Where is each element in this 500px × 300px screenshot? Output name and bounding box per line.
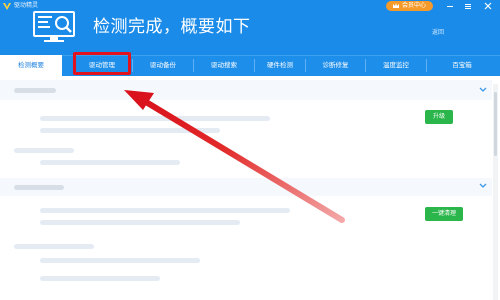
minimize-button[interactable] xyxy=(444,1,456,11)
monitor-scan-icon xyxy=(33,11,75,42)
tab-diagnose-repair[interactable]: 诊断修复 xyxy=(306,55,365,76)
blurred-text xyxy=(40,128,220,133)
tab-overview[interactable]: 检测概要 xyxy=(0,55,62,76)
section-header xyxy=(0,178,492,196)
menu-icon xyxy=(465,4,471,9)
crown-icon xyxy=(393,3,399,8)
vip-center-label: 会员中心 xyxy=(402,2,427,9)
scrollbar-thumb[interactable] xyxy=(494,92,497,156)
menu-button[interactable] xyxy=(462,1,474,11)
tab-driver-search[interactable]: 驱动搜索 xyxy=(194,55,254,76)
blurred-text xyxy=(14,185,64,190)
driver-app-window: 驱动精灵 会员中心 检测完成，概要如下 返回 检测概要 驱动管理 驱动备份 驱动… xyxy=(0,0,500,300)
app-logo-icon xyxy=(3,3,11,10)
chevron-down-icon[interactable] xyxy=(478,182,488,190)
close-button[interactable] xyxy=(482,1,494,11)
tab-temperature-monitor[interactable]: 温度监控 xyxy=(366,55,426,76)
blurred-text xyxy=(14,148,74,153)
tab-driver-backup[interactable]: 驱动备份 xyxy=(133,55,193,76)
blurred-text xyxy=(40,258,200,263)
blurred-text xyxy=(14,88,56,93)
tab-toolbox[interactable]: 百宝箱 xyxy=(427,55,497,76)
tab-hardware-check[interactable]: 硬件检测 xyxy=(255,55,305,76)
minimize-icon xyxy=(447,6,453,7)
blurred-text xyxy=(40,116,270,121)
upgrade-button[interactable]: 升级 xyxy=(425,110,453,124)
highlight-box xyxy=(73,52,131,75)
close-icon xyxy=(484,2,492,10)
one-click-clean-button[interactable]: 一键清理 xyxy=(425,207,463,221)
blurred-text xyxy=(40,276,160,281)
header-back-link[interactable]: 返回 xyxy=(432,27,444,36)
blurred-text xyxy=(40,208,290,213)
section-header xyxy=(0,80,492,100)
chevron-down-icon[interactable] xyxy=(478,86,488,94)
blurred-text xyxy=(40,160,180,165)
page-title: 检测完成，概要如下 xyxy=(93,17,251,37)
blurred-text xyxy=(14,244,94,249)
blurred-text xyxy=(40,220,240,225)
